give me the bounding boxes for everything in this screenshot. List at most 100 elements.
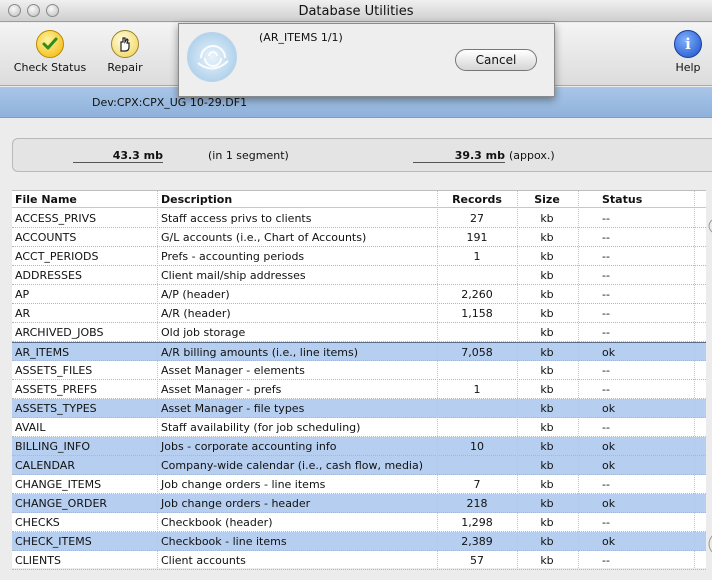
table-row[interactable]: AVAIL Staff availability (for job schedul… [12, 418, 706, 437]
status-cell: -- [602, 307, 610, 320]
swirl-logo-icon [187, 32, 237, 82]
description-cell: Checkbook - line items [161, 535, 287, 548]
size-cell: kb [540, 459, 554, 472]
description-cell: Jobs - corporate accounting info [161, 440, 337, 453]
records-cell: 10 [470, 440, 484, 453]
table-row[interactable]: BILLING_INFO Jobs - corporate accounting … [12, 437, 706, 456]
check-status-button[interactable]: Check Status [4, 26, 96, 74]
progress-sheet: (AR_ITEMS 1/1) Cancel [178, 23, 555, 97]
file-name-cell: ACCOUNTS [15, 231, 77, 244]
size-cell: kb [540, 535, 554, 548]
checkmark-icon [36, 30, 64, 58]
file-name-cell: AR [15, 307, 31, 320]
description-cell: G/L accounts (i.e., Chart of Accounts) [161, 231, 367, 244]
column-header-records[interactable]: Records [437, 193, 517, 206]
status-cell: ok [602, 497, 616, 510]
size-cell: kb [540, 269, 554, 282]
file-name-cell: BILLING_INFO [15, 440, 91, 453]
table-row[interactable]: CHANGE_ORDER Job change orders - header 21… [12, 494, 706, 513]
table-row[interactable]: CHANGE_ITEMS Job change orders - line ite… [12, 475, 706, 494]
table-row[interactable]: ADDRESSES Client mail/ship addresses kb -- [12, 266, 706, 285]
description-cell: Asset Manager - prefs [161, 383, 282, 396]
file-name-cell: AP [15, 288, 30, 301]
status-cell: -- [602, 269, 610, 282]
table-row[interactable]: ACCT_PERIODS Prefs - accounting periods 1 k… [12, 247, 706, 266]
records-cell: 1,158 [461, 307, 493, 320]
table-row[interactable]: CHECKS Checkbook (header) 1,298 kb -- [12, 513, 706, 532]
column-header-status[interactable]: Status [594, 193, 694, 206]
description-cell: Client accounts [161, 554, 246, 567]
table-row[interactable]: ACCESS_PRIVS Staff access privs to client… [12, 209, 706, 228]
size-cell: kb [540, 326, 554, 339]
description-cell: Prefs - accounting periods [161, 250, 305, 263]
size-cell: kb [540, 307, 554, 320]
title-bar[interactable]: Database Utilities [0, 0, 712, 22]
file-name-cell: ACCT_PERIODS [15, 250, 99, 263]
data-size-value: 39.3 mb [413, 149, 505, 163]
cancel-button[interactable]: Cancel [455, 49, 537, 71]
progress-message: (AR_ITEMS 1/1) [259, 31, 343, 44]
status-cell: -- [602, 326, 610, 339]
records-cell: 1 [473, 383, 481, 396]
status-cell: -- [602, 554, 610, 567]
description-cell: Staff availability (for job scheduling) [161, 421, 361, 434]
help-button[interactable]: i Help [666, 26, 710, 74]
description-cell: Staff access privs to clients [161, 212, 312, 225]
table-row[interactable]: ASSETS_PREFS Asset Manager - prefs 1 kb -- [12, 380, 706, 399]
records-cell: 191 [466, 231, 488, 244]
file-name-cell: ASSETS_FILES [15, 364, 93, 377]
table-row[interactable]: ACCOUNTS G/L accounts (i.e., Chart of Acc… [12, 228, 706, 247]
records-cell: 27 [470, 212, 484, 225]
table-row[interactable]: AR_ITEMS A/R billing amounts (i.e., line … [12, 342, 706, 361]
status-cell: -- [602, 364, 610, 377]
records-cell: 218 [466, 497, 488, 510]
info-icon: i [674, 30, 702, 58]
help-label: Help [675, 61, 701, 74]
file-name-cell: ASSETS_PREFS [15, 383, 97, 396]
records-cell: 7 [473, 478, 481, 491]
records-cell: 2,389 [461, 535, 493, 548]
table-row[interactable]: CLIENTS Client accounts 57 kb -- [12, 551, 706, 570]
status-cell: -- [602, 231, 610, 244]
records-cell: 57 [470, 554, 484, 567]
column-header-description[interactable]: Description [161, 193, 232, 206]
file-size-value: 43.3 mb [73, 149, 163, 163]
description-cell: Job change orders - header [161, 497, 311, 510]
file-name-cell: AR_ITEMS [15, 346, 70, 359]
size-cell: kb [540, 231, 554, 244]
column-divider [694, 191, 695, 568]
status-cell: -- [602, 516, 610, 529]
table-row[interactable]: CHECK_ITEMS Checkbook - line items 2,389 kb… [12, 532, 706, 551]
status-cell: ok [602, 535, 616, 548]
table-row[interactable]: ASSETS_TYPES Asset Manager - file types kb… [12, 399, 706, 418]
file-name-cell: ADDRESSES [15, 269, 82, 282]
table-row[interactable]: ARCHIVED_JOBS Old job storage kb -- [12, 323, 706, 342]
size-cell: kb [540, 554, 554, 567]
table-row[interactable]: CALENDAR Company-wide calendar (i.e., cas… [12, 456, 706, 475]
description-cell: A/R billing amounts (i.e., line items) [161, 346, 359, 359]
description-cell: Client mail/ship addresses [161, 269, 306, 282]
file-name-cell: ARCHIVED_JOBS [15, 326, 104, 339]
file-name-cell: CHANGE_ITEMS [15, 478, 102, 491]
column-header-size[interactable]: Size [517, 193, 577, 206]
size-cell: kb [540, 288, 554, 301]
database-path: Dev:CPX:CPX_UG 10-29.DF1 [92, 96, 248, 109]
vertical-scrollbar[interactable] [703, 208, 712, 568]
size-cell: kb [540, 440, 554, 453]
size-cell: kb [540, 383, 554, 396]
table-row[interactable]: ASSETS_FILES Asset Manager - elements kb -- [12, 361, 706, 380]
repair-button[interactable]: Repair [100, 26, 150, 74]
size-info-box: 43.3 mb (in 1 segment) 39.3 mb (appox.) [12, 138, 712, 172]
repair-label: Repair [107, 61, 143, 74]
table-row[interactable]: AP A/P (header) 2,260 kb -- [12, 285, 706, 304]
file-name-cell: CHANGE_ORDER [15, 497, 108, 510]
hand-icon [111, 30, 139, 58]
column-divider [157, 191, 158, 568]
table-row[interactable]: AR A/R (header) 1,158 kb -- [12, 304, 706, 323]
column-header-file-name[interactable]: File Name [15, 193, 77, 206]
description-cell: Old job storage [161, 326, 246, 339]
check-status-label: Check Status [13, 61, 87, 74]
description-cell: Company-wide calendar (i.e., cash flow, … [161, 459, 424, 472]
size-cell: kb [540, 478, 554, 491]
status-cell: ok [602, 440, 616, 453]
